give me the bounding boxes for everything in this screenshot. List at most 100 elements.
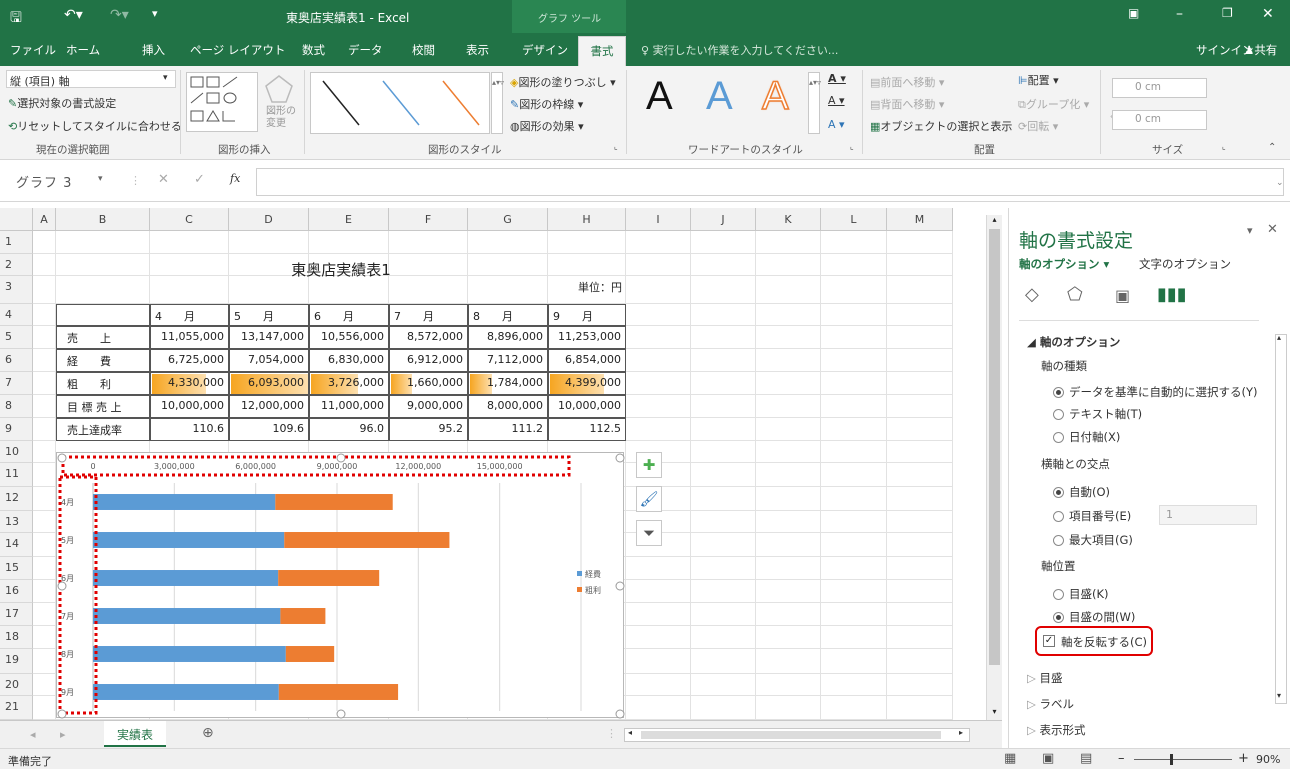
dialog-launcher-icon[interactable]: ⌞ bbox=[850, 142, 854, 151]
radio-text-axis[interactable] bbox=[1053, 409, 1064, 420]
cell[interactable] bbox=[229, 276, 309, 304]
table-cell[interactable]: 10,000,000 bbox=[150, 395, 229, 418]
bar-keihi[interactable] bbox=[93, 494, 276, 510]
cancel-icon[interactable]: ✕ bbox=[158, 172, 169, 187]
height-input[interactable]: 0 cm bbox=[1112, 78, 1207, 98]
cell[interactable] bbox=[691, 304, 756, 326]
scroll-up-icon[interactable]: ▴ bbox=[1277, 333, 1281, 342]
reverse-axis-checkbox[interactable]: ✓ bbox=[1043, 635, 1055, 647]
section-tick-marks[interactable]: ▷ 目盛 bbox=[1027, 670, 1063, 686]
cell[interactable] bbox=[821, 304, 887, 326]
cell[interactable] bbox=[626, 326, 691, 349]
resize-handle[interactable] bbox=[57, 709, 67, 719]
bar-arari[interactable] bbox=[280, 608, 326, 624]
cell[interactable] bbox=[309, 231, 389, 254]
cell[interactable] bbox=[887, 674, 953, 696]
restore-icon[interactable]: ❐ bbox=[1222, 6, 1233, 20]
shape-fill-button[interactable]: ◈図形の塗りつぶし ▾ bbox=[510, 74, 616, 90]
cell[interactable] bbox=[626, 349, 691, 372]
cell[interactable] bbox=[33, 372, 56, 395]
cell[interactable] bbox=[33, 649, 56, 674]
scroll-thumb[interactable] bbox=[641, 731, 941, 739]
tab-home[interactable]: ホーム bbox=[66, 42, 100, 58]
cell[interactable] bbox=[821, 463, 887, 487]
cell[interactable] bbox=[33, 674, 56, 696]
cell[interactable] bbox=[821, 533, 887, 557]
cell[interactable] bbox=[691, 533, 756, 557]
cell[interactable] bbox=[626, 696, 691, 720]
column-header[interactable]: F bbox=[389, 208, 468, 231]
cell[interactable] bbox=[756, 326, 821, 349]
row-header[interactable]: 16 bbox=[0, 580, 33, 603]
cell[interactable] bbox=[887, 533, 953, 557]
tab-data[interactable]: データ bbox=[348, 42, 383, 58]
cell[interactable] bbox=[33, 580, 56, 603]
column-header[interactable]: A bbox=[33, 208, 56, 231]
undo-icon[interactable]: ↶▾ bbox=[64, 7, 83, 23]
cell[interactable] bbox=[691, 696, 756, 720]
column-header[interactable]: M bbox=[887, 208, 953, 231]
select-all-corner[interactable] bbox=[0, 208, 33, 231]
cell[interactable] bbox=[468, 231, 548, 254]
cell[interactable] bbox=[691, 349, 756, 372]
enter-icon[interactable]: ✓ bbox=[194, 172, 205, 187]
column-header[interactable]: K bbox=[756, 208, 821, 231]
row-header[interactable]: 13 bbox=[0, 511, 33, 533]
bar-arari[interactable] bbox=[278, 684, 399, 700]
cell[interactable] bbox=[821, 395, 887, 418]
cell[interactable] bbox=[756, 231, 821, 254]
ribbon-display-icon[interactable]: ▣ bbox=[1128, 6, 1139, 20]
cell[interactable] bbox=[626, 276, 691, 304]
table-cell[interactable]: 12,000,000 bbox=[229, 395, 309, 418]
row-header[interactable]: 15 bbox=[0, 557, 33, 580]
resize-handle[interactable] bbox=[615, 709, 625, 719]
row-header[interactable]: 3 bbox=[0, 276, 33, 304]
table-cell[interactable]: 6,854,000 bbox=[548, 349, 626, 372]
cell[interactable] bbox=[887, 649, 953, 674]
cell[interactable] bbox=[33, 533, 56, 557]
cell[interactable] bbox=[756, 304, 821, 326]
option-date-axis[interactable]: 日付軸(X) bbox=[1069, 429, 1120, 445]
cell[interactable] bbox=[821, 649, 887, 674]
cell[interactable] bbox=[887, 372, 953, 395]
cell[interactable] bbox=[756, 463, 821, 487]
chart[interactable]: 0 3,000,000 6,000,000 9,000,000 12,000,000 15… bbox=[56, 452, 625, 719]
cell[interactable] bbox=[821, 557, 887, 580]
scroll-right-icon[interactable]: ▸ bbox=[959, 728, 963, 737]
bar-arari[interactable] bbox=[275, 494, 393, 510]
normal-view-icon[interactable]: ▦ bbox=[1004, 751, 1016, 766]
tab-review[interactable]: 校閲 bbox=[412, 42, 435, 58]
cell[interactable] bbox=[56, 231, 150, 254]
tab-design[interactable]: デザイン bbox=[522, 42, 568, 58]
close-icon[interactable]: ✕ bbox=[1262, 6, 1274, 22]
cell[interactable] bbox=[756, 533, 821, 557]
row-header[interactable]: 5 bbox=[0, 326, 33, 349]
shape-outline-button[interactable]: ✎図形の枠線 ▾ bbox=[510, 96, 583, 112]
legend-label[interactable]: 経費 bbox=[585, 569, 601, 579]
row-header[interactable]: 11 bbox=[0, 463, 33, 487]
table-cell[interactable]: 112.5 bbox=[548, 418, 626, 441]
month-header[interactable]: 5 月 bbox=[229, 304, 309, 326]
cell[interactable] bbox=[887, 254, 953, 276]
format-selection-button[interactable]: ✎選択対象の書式設定 bbox=[8, 95, 116, 111]
y-category-label[interactable]: 4月 bbox=[61, 498, 74, 507]
cell[interactable] bbox=[887, 511, 953, 533]
align-button[interactable]: ⊫配置 ▾ bbox=[1018, 72, 1059, 88]
cell[interactable] bbox=[887, 276, 953, 304]
rotate-button[interactable]: ⟳回転 ▾ bbox=[1018, 118, 1058, 134]
cell[interactable] bbox=[756, 557, 821, 580]
legend-label[interactable]: 粗利 bbox=[585, 585, 601, 595]
row-header[interactable]: 14 bbox=[0, 533, 33, 557]
sheet-title[interactable]: 東奥店実績表1 bbox=[56, 256, 626, 279]
chart-elements-button[interactable]: ✚ bbox=[636, 452, 662, 478]
cell[interactable] bbox=[691, 254, 756, 276]
group-objects-button[interactable]: ⧉グループ化 ▾ bbox=[1018, 96, 1089, 112]
cell[interactable] bbox=[33, 626, 56, 649]
cell[interactable] bbox=[691, 276, 756, 304]
worksheet[interactable]: A B C D E F G H I J K L M 1 2 3 4 5 6 7 8 9 10 11 12 13 14 15 16 17 18… bbox=[0, 208, 1000, 720]
cell[interactable] bbox=[821, 349, 887, 372]
row-label[interactable]: 売上達成率 bbox=[56, 418, 150, 441]
table-cell[interactable]: 11,055,000 bbox=[150, 326, 229, 349]
table-cell[interactable]: 10,000,000 bbox=[548, 395, 626, 418]
save-icon[interactable]: 🖫 bbox=[10, 7, 22, 31]
